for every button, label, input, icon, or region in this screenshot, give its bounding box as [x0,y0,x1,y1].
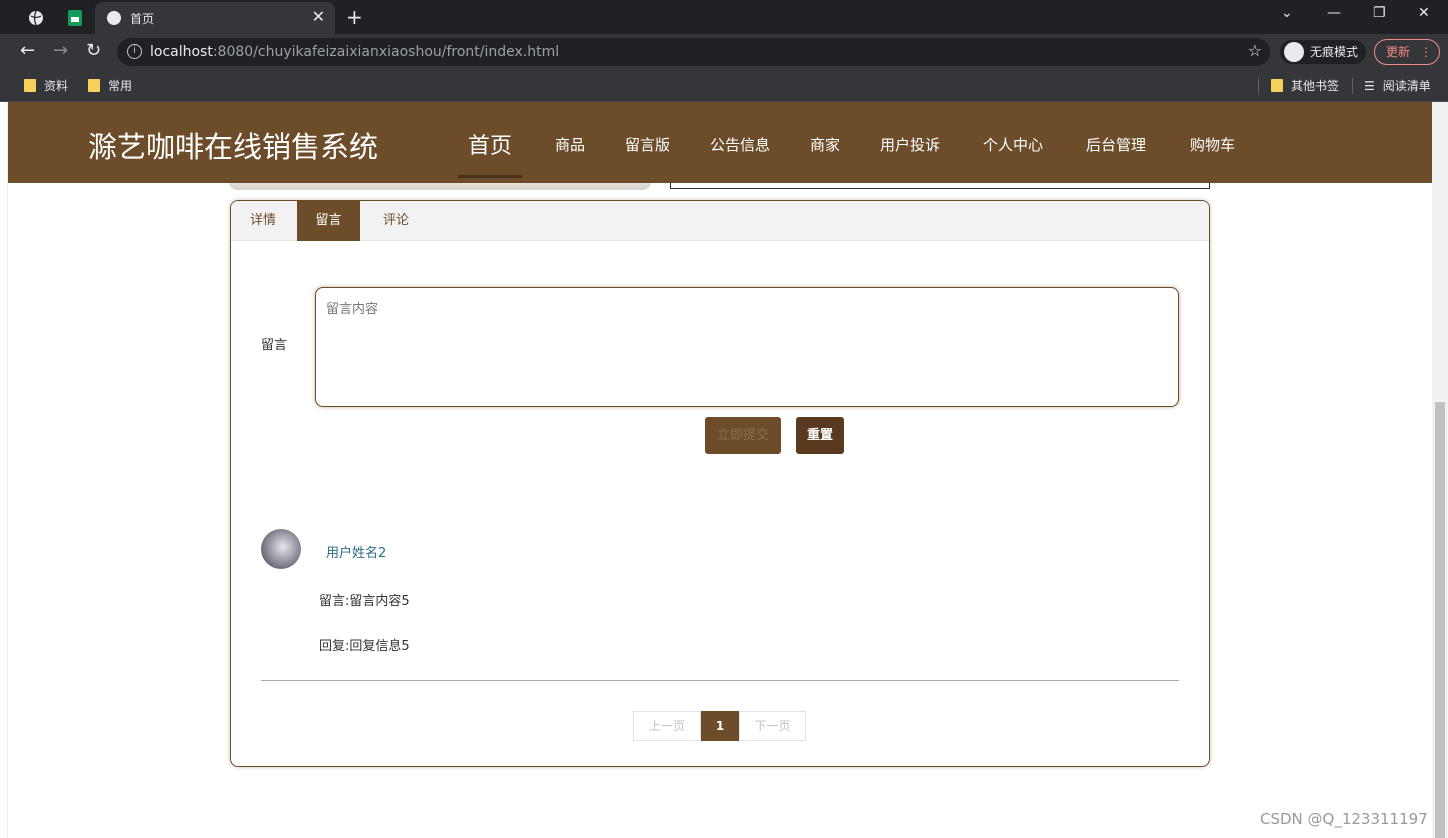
next-page-button[interactable]: 下一页 [739,711,806,741]
globe-tab-icon[interactable] [25,8,47,28]
bookmark-star-icon[interactable]: ☆ [1248,41,1262,60]
detail-card: 详情 留言 评论 留言 立即提交 重置 用户姓名2 留言:留言内容5 回复:回复… [230,200,1210,767]
url-text: localhost:8080/chuyikafeizaixianxiaoshou… [150,44,560,60]
nav-announcements[interactable]: 公告信息 [710,134,770,155]
new-tab-icon[interactable]: + [346,5,363,29]
update-button[interactable]: 更新 ⋮ [1374,39,1440,65]
close-window-icon[interactable]: ✕ [1418,5,1430,21]
bookmark-folder-changyong[interactable]: 常用 [88,77,132,94]
bookmark-folder-other[interactable]: 其他书签 [1271,77,1339,94]
restore-icon[interactable]: ❐ [1373,5,1386,21]
globe-icon [107,11,121,25]
nav-merchants[interactable]: 商家 [810,134,840,155]
comment-divider [261,680,1179,681]
menu-dots-icon: ⋮ [1420,45,1433,59]
nav-active-underline [458,175,522,178]
avatar [261,529,301,569]
watermark: CSDN @Q_123311197 [1260,810,1428,828]
info-icon[interactable]: i [127,44,142,59]
incognito-indicator[interactable]: 无痕模式 [1280,40,1367,64]
message-label: 留言 [261,338,288,353]
site-header: 滁艺咖啡在线销售系统 首页 商品 留言版 公告信息 商家 用户投诉 个人中心 后… [8,102,1432,183]
forward-icon[interactable]: → [53,40,68,61]
folder-icon [24,79,36,92]
comment-message: 留言:留言内容5 [319,594,410,609]
address-bar[interactable]: i localhost:8080/chuyikafeizaixianxiaosh… [117,38,1270,66]
scrollbar[interactable] [1432,102,1448,838]
page-viewport: 滁艺咖啡在线销售系统 首页 商品 留言版 公告信息 商家 用户投诉 个人中心 后… [0,102,1448,838]
close-tab-icon[interactable]: ✕ [312,7,325,26]
browser-tabbar: 首页 ✕ + ⌄ — ❐ ✕ [0,0,1448,34]
tab-details[interactable]: 详情 [231,201,295,241]
tab-reviews[interactable]: 评论 [363,201,429,241]
nav-message-board[interactable]: 留言版 [625,134,670,155]
minimize-icon[interactable]: — [1327,5,1341,21]
folder-icon [88,79,100,92]
submit-button[interactable]: 立即提交 [705,417,781,454]
tab-search-icon[interactable]: ⌄ [1281,5,1293,21]
nav-home[interactable]: 首页 [468,128,512,160]
reading-list-button[interactable]: ☰ 阅读清单 [1364,77,1431,94]
reset-button[interactable]: 重置 [796,417,844,454]
incognito-icon [1284,42,1304,62]
sheets-tab-icon[interactable] [64,8,86,28]
active-tab[interactable]: 首页 ✕ [95,2,335,34]
message-textarea[interactable] [315,287,1179,407]
bookmarks-bar: 资料 常用 其他书签 ☰ 阅读清单 [0,70,1448,102]
reload-icon[interactable]: ↻ [86,40,101,61]
site-brand: 滁艺咖啡在线销售系统 [88,130,379,164]
nav-cart[interactable]: 购物车 [1190,134,1235,155]
folder-icon [1271,79,1283,92]
scrollbar-thumb[interactable] [1435,402,1445,838]
comment-reply: 回复:回复信息5 [319,639,410,654]
tab-messages[interactable]: 留言 [297,201,360,241]
pagination: 上一页 1 下一页 [633,711,806,741]
nav-complaints[interactable]: 用户投诉 [880,134,940,155]
bookmark-folder-ziliao[interactable]: 资料 [24,77,68,94]
nav-goods[interactable]: 商品 [555,134,585,155]
nav-admin[interactable]: 后台管理 [1086,134,1146,155]
nav-personal-center[interactable]: 个人中心 [983,134,1043,155]
tab-title: 首页 [130,12,155,26]
comment-username[interactable]: 用户姓名2 [326,542,386,561]
prev-page-button[interactable]: 上一页 [633,711,701,741]
current-page[interactable]: 1 [701,711,739,741]
back-icon[interactable]: ← [20,40,35,61]
browser-toolbar: ← → ↻ i localhost:8080/chuyikafeizaixian… [0,34,1448,70]
reading-list-icon: ☰ [1364,78,1375,93]
detail-tabs: 详情 留言 评论 [231,201,1209,241]
